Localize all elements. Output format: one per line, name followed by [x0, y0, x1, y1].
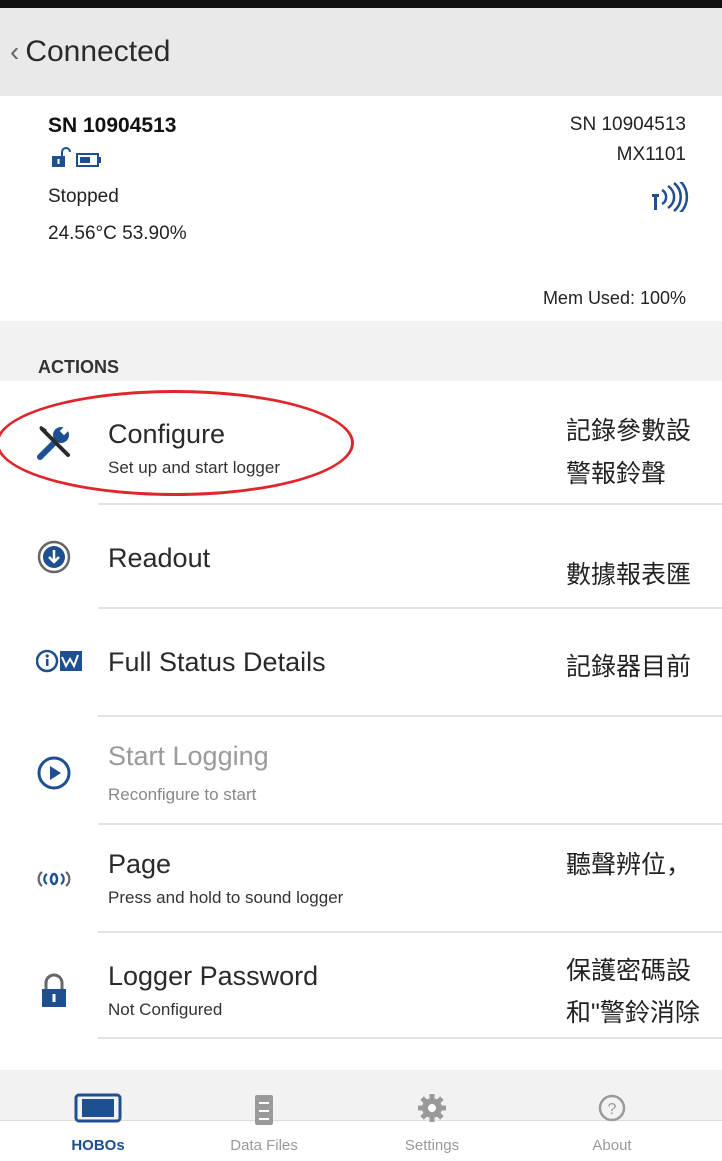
info-status-icon — [36, 641, 84, 681]
annotation-note: 數據報表匯 — [566, 561, 692, 589]
question-circle-icon: ? — [552, 1093, 672, 1123]
annotation-circle — [0, 390, 354, 496]
device-summary: SN 10904513 Stopped 24.56°C 53.90% SN 10… — [0, 96, 722, 321]
divider — [98, 1037, 722, 1039]
action-page[interactable]: Page Press and hold to sound logger 聽聲辨位… — [0, 825, 722, 933]
page-title: Connected — [25, 35, 171, 68]
download-circle-icon — [34, 537, 74, 577]
device-status-icons — [50, 146, 102, 173]
unlocked-padlock-icon — [50, 146, 72, 173]
device-serial-secondary: SN 10904513 — [569, 114, 686, 135]
action-full-status-details[interactable]: Full Status Details 記錄器目前 — [0, 609, 722, 717]
action-readout[interactable]: Readout 數據報表匯 — [0, 505, 722, 609]
svg-text:?: ? — [608, 1101, 617, 1118]
action-title: Start Logging — [108, 741, 269, 771]
battery-icon — [76, 152, 102, 173]
play-circle-icon — [34, 753, 74, 793]
action-subtitle: Press and hold to sound logger — [108, 888, 344, 907]
sound-wave-icon — [34, 859, 74, 899]
back-chevron-icon[interactable]: ‹ — [10, 38, 19, 66]
logger-state: Stopped — [48, 186, 119, 207]
action-title: Logger Password — [108, 961, 319, 991]
action-title: Full Status Details — [108, 647, 326, 677]
annotation-note: 記錄器目前 — [566, 653, 692, 681]
app-header: ‹ Connected — [0, 8, 722, 96]
actions-header: ACTIONS — [0, 321, 722, 381]
current-reading: 24.56°C 53.90% — [48, 223, 187, 244]
tab-label: Data Files — [230, 1137, 298, 1154]
device-serial: SN 10904513 — [48, 114, 177, 137]
padlock-icon — [34, 971, 74, 1011]
tab-label: About — [592, 1137, 632, 1154]
status-bar-edge — [0, 0, 722, 8]
tab-label: HOBOs — [71, 1137, 125, 1154]
actions-label: ACTIONS — [38, 357, 119, 377]
action-start-logging[interactable]: Start Logging Reconfigure to start — [0, 717, 722, 825]
action-title: Readout — [108, 543, 211, 573]
action-subtitle: Not Configured — [108, 1000, 223, 1019]
action-title: Page — [108, 849, 172, 879]
annotation-note: 警報鈴聲 — [566, 460, 667, 488]
logger-device-icon — [38, 1093, 158, 1123]
gear-icon — [372, 1093, 492, 1123]
annotation-note: 聽聲辨位， — [566, 851, 692, 879]
file-cabinet-icon — [204, 1093, 324, 1127]
device-model: MX1101 — [616, 144, 686, 165]
wireless-signal-icon — [650, 180, 690, 217]
annotation-note: 保護密碼設 — [566, 957, 692, 985]
bottom-navigation: HOBOs Data Files Settings ? About — [0, 1093, 722, 1161]
annotation-note: 記錄參數設 — [566, 417, 692, 445]
annotation-note: 和"警鈴消除 — [566, 999, 700, 1027]
action-subtitle: Reconfigure to start — [108, 785, 257, 804]
action-logger-password[interactable]: Logger Password Not Configured 保護密碼設 和"警… — [0, 933, 722, 1047]
tab-label: Settings — [404, 1137, 460, 1154]
memory-used: Mem Used: 100% — [542, 288, 686, 308]
